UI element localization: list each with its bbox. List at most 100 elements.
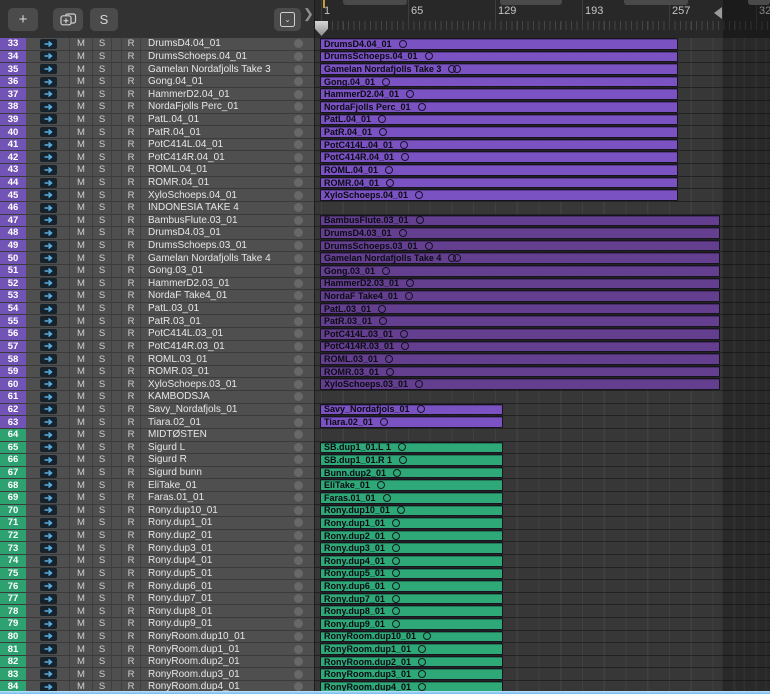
- audio-region[interactable]: Rony.dup9_01: [320, 618, 503, 630]
- mute-button[interactable]: M: [69, 618, 92, 630]
- mute-button[interactable]: M: [69, 442, 92, 454]
- playhead-icon[interactable]: [315, 21, 328, 36]
- track-number[interactable]: 70: [0, 505, 26, 517]
- solo-button[interactable]: S: [92, 227, 111, 239]
- record-enable-button[interactable]: R: [121, 126, 141, 138]
- track-name[interactable]: Gong.03_01: [148, 265, 294, 276]
- mute-button[interactable]: M: [69, 51, 92, 63]
- audio-region[interactable]: Gamelan Nordafjolls Take 3: [320, 63, 678, 75]
- track-row[interactable]: 61 M S R KAMBODSJA: [0, 391, 314, 404]
- track-name[interactable]: ROML.03_01: [148, 354, 294, 365]
- audio-region[interactable]: XyloSchoeps.04_01: [320, 189, 678, 201]
- mute-button[interactable]: M: [69, 315, 92, 327]
- track-name[interactable]: PotC414R.04_01: [148, 152, 294, 163]
- track-row[interactable]: 37 M S R HammerD2.04_01: [0, 88, 314, 101]
- record-enable-button[interactable]: R: [121, 139, 141, 151]
- solo-button[interactable]: S: [92, 315, 111, 327]
- mute-button[interactable]: M: [69, 391, 92, 403]
- track-row[interactable]: 78 M S R Rony.dup8_01: [0, 605, 314, 618]
- audio-region[interactable]: Bunn.dup2_01: [320, 467, 503, 479]
- track-number[interactable]: 63: [0, 416, 26, 428]
- track-row[interactable]: 60 M S R XyloSchoeps.03_01: [0, 378, 314, 391]
- mute-button[interactable]: M: [69, 252, 92, 264]
- track-name[interactable]: HammerD2.04_01: [148, 89, 294, 100]
- track-row[interactable]: 83 M S R RonyRoom.dup3_01: [0, 668, 314, 681]
- track-name[interactable]: KAMBODSJA: [148, 391, 294, 402]
- track-name[interactable]: NordaF Take4_01: [148, 290, 294, 301]
- mute-button[interactable]: M: [69, 492, 92, 504]
- solo-button[interactable]: S: [92, 378, 111, 390]
- record-enable-button[interactable]: R: [121, 530, 141, 542]
- mute-button[interactable]: M: [69, 631, 92, 643]
- track-name[interactable]: Rony.dup9_01: [148, 618, 294, 629]
- track-row[interactable]: 73 M S R Rony.dup3_01: [0, 542, 314, 555]
- record-enable-button[interactable]: R: [121, 505, 141, 517]
- audio-region[interactable]: PotC414L.04_01: [320, 139, 678, 151]
- audio-region[interactable]: SB.dup1_01.L 1: [320, 442, 503, 454]
- mute-button[interactable]: M: [69, 467, 92, 479]
- record-enable-button[interactable]: R: [121, 467, 141, 479]
- solo-button[interactable]: S: [92, 656, 111, 668]
- audio-region[interactable]: PatR.04_01: [320, 126, 678, 138]
- mute-button[interactable]: M: [69, 580, 92, 592]
- track-number[interactable]: 45: [0, 189, 26, 201]
- track-number[interactable]: 78: [0, 605, 26, 617]
- track-name[interactable]: EliTake_01: [148, 480, 294, 491]
- audio-region[interactable]: Rony.dup1_01: [320, 517, 503, 529]
- track-row[interactable]: 82 M S R RonyRoom.dup2_01: [0, 656, 314, 669]
- track-row[interactable]: 56 M S R PotC414L.03_01: [0, 328, 314, 341]
- audio-region[interactable]: XyloSchoeps.03_01: [320, 378, 720, 390]
- track-name[interactable]: Rony.dup2_01: [148, 530, 294, 541]
- record-enable-button[interactable]: R: [121, 88, 141, 100]
- track-number[interactable]: 54: [0, 303, 26, 315]
- audio-region[interactable]: RonyRoom.dup1_01: [320, 643, 503, 655]
- track-name[interactable]: Rony.dup4_01: [148, 555, 294, 566]
- track-number[interactable]: 53: [0, 290, 26, 302]
- track-name[interactable]: RonyRoom.dup1_01: [148, 644, 294, 655]
- track-number[interactable]: 58: [0, 353, 26, 365]
- track-row[interactable]: 54 M S R PatL.03_01: [0, 303, 314, 316]
- track-number[interactable]: 44: [0, 177, 26, 189]
- track-row[interactable]: 50 M S R Gamelan Nordafjolls Take 4: [0, 252, 314, 265]
- track-row[interactable]: 41 M S R PotC414L.04_01: [0, 139, 314, 152]
- record-enable-button[interactable]: R: [121, 151, 141, 163]
- track-row[interactable]: 75 M S R Rony.dup5_01: [0, 568, 314, 581]
- track-name[interactable]: Savy_Nordafjols_01: [148, 404, 294, 415]
- track-row[interactable]: 55 M S R PatR.03_01: [0, 315, 314, 328]
- track-row[interactable]: 53 M S R NordaF Take4_01: [0, 290, 314, 303]
- track-number[interactable]: 69: [0, 492, 26, 504]
- track-number[interactable]: 82: [0, 656, 26, 668]
- global-solo-button[interactable]: S: [90, 8, 118, 31]
- record-enable-button[interactable]: R: [121, 366, 141, 378]
- mute-button[interactable]: M: [69, 38, 92, 50]
- record-enable-button[interactable]: R: [121, 454, 141, 466]
- track-row[interactable]: 69 M S R Faras.01_01: [0, 492, 314, 505]
- audio-region[interactable]: RonyRoom.dup3_01: [320, 668, 503, 680]
- track-name[interactable]: Faras.01_01: [148, 492, 294, 503]
- record-enable-button[interactable]: R: [121, 605, 141, 617]
- record-enable-button[interactable]: R: [121, 416, 141, 428]
- mute-button[interactable]: M: [69, 265, 92, 277]
- audio-region[interactable]: EliTake_01: [320, 479, 503, 491]
- solo-button[interactable]: S: [92, 252, 111, 264]
- track-number[interactable]: 75: [0, 568, 26, 580]
- record-enable-button[interactable]: R: [121, 252, 141, 264]
- record-enable-button[interactable]: R: [121, 593, 141, 605]
- record-enable-button[interactable]: R: [121, 580, 141, 592]
- record-enable-button[interactable]: R: [121, 303, 141, 315]
- track-name[interactable]: RonyRoom.dup10_01: [148, 631, 294, 642]
- duplicate-track-button[interactable]: [53, 8, 83, 31]
- mute-button[interactable]: M: [69, 126, 92, 138]
- audio-region[interactable]: Rony.dup4_01: [320, 555, 503, 567]
- solo-button[interactable]: S: [92, 643, 111, 655]
- track-name[interactable]: Sigurd bunn: [148, 467, 294, 478]
- record-enable-button[interactable]: R: [121, 643, 141, 655]
- track-number[interactable]: 35: [0, 63, 26, 75]
- record-enable-button[interactable]: R: [121, 215, 141, 227]
- mute-button[interactable]: M: [69, 151, 92, 163]
- solo-button[interactable]: S: [92, 177, 111, 189]
- mute-button[interactable]: M: [69, 189, 92, 201]
- track-number[interactable]: 47: [0, 215, 26, 227]
- track-row[interactable]: 70 M S R Rony.dup10_01: [0, 505, 314, 518]
- track-name[interactable]: Sigurd R: [148, 454, 294, 465]
